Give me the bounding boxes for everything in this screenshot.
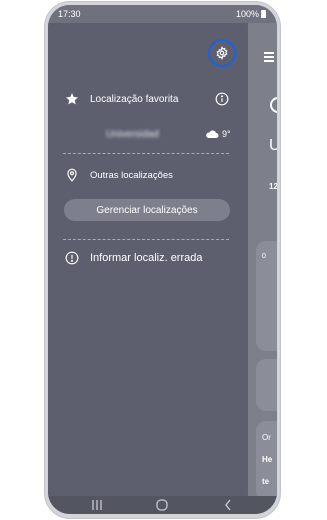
battery-level: 100% <box>235 9 259 19</box>
report-wrong-location-item[interactable]: Informar localiz. errada <box>48 245 248 271</box>
divider <box>63 239 229 240</box>
alert-icon <box>65 251 79 265</box>
home-icon[interactable] <box>156 499 168 511</box>
weather-circle-icon <box>270 97 277 113</box>
background-card-text: Or <box>262 433 271 442</box>
favorite-location-item[interactable]: Universidad 9° <box>48 123 248 145</box>
status-bar: 17:30 100% <box>48 5 277 23</box>
location-temperature: 9° <box>222 129 231 139</box>
status-time: 17:30 <box>58 9 81 19</box>
battery-icon <box>261 10 266 18</box>
location-pin-icon <box>67 168 77 182</box>
menu-icon[interactable] <box>264 52 274 64</box>
back-icon[interactable] <box>224 499 232 511</box>
phone-screen: 17:30 100% U 12 0 Or He te Localização f… <box>48 5 277 514</box>
star-icon <box>66 93 78 105</box>
favorite-location-label: Localização favorita <box>90 93 179 105</box>
background-card <box>256 359 277 411</box>
navigation-bar <box>48 496 277 514</box>
other-locations-header: Outras localizações <box>48 163 248 187</box>
background-card: 0 <box>256 241 277 351</box>
background-weather-app: U 12 0 Or He te <box>248 23 277 501</box>
background-card-text: He <box>262 455 273 464</box>
other-locations-label: Outras localizações <box>90 169 173 181</box>
background-card: Or He te <box>256 421 277 501</box>
background-card-text: 0 <box>262 253 266 260</box>
cloud-icon <box>206 130 219 138</box>
report-wrong-location-label: Informar localiz. errada <box>90 252 203 264</box>
favorite-location-header: Localização favorita <box>48 85 248 113</box>
status-right: 100% <box>236 9 266 19</box>
recents-icon[interactable] <box>92 499 102 511</box>
background-card-text: te <box>262 477 270 486</box>
navigation-drawer: Localização favorita Universidad 9° Outr… <box>48 23 248 496</box>
background-time: 12 <box>269 182 277 191</box>
info-icon[interactable] <box>215 92 229 106</box>
manage-locations-button[interactable]: Gerenciar localizações <box>64 199 230 221</box>
divider <box>63 153 229 154</box>
location-name: Universidad <box>106 128 159 140</box>
background-heading: U <box>269 137 277 154</box>
gear-icon <box>216 46 228 60</box>
settings-button[interactable] <box>208 39 236 67</box>
